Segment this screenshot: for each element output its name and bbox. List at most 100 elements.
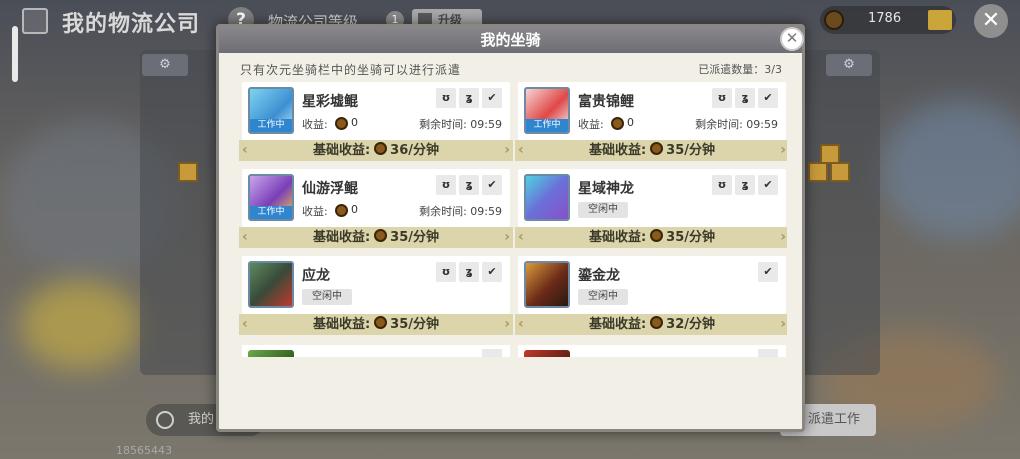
- mount-name: 富贵锦鲤: [578, 94, 634, 110]
- working-tag: 工作中: [250, 206, 292, 219]
- coin-icon: [374, 229, 388, 242]
- mount-list[interactable]: 工作中 星彩墟鲲 ʊ ʓ ✔ 收益: 0 剩余时间: 09:59 ‹ 基础收益: 36…: [239, 82, 787, 357]
- idle-tag: 空闲中: [578, 202, 628, 218]
- mount-card[interactable]: 鎏金龙 ✔ 空闲中 ‹ 基础收益: 32/分钟 ›: [515, 256, 787, 338]
- strip-right-arrow-icon: ›: [504, 316, 510, 332]
- mount-card[interactable]: 工作中 富贵锦鲤 ʊ ʓ ✔ 收益: 0 剩余时间: 09:59 ‹ 基础收益: 35…: [515, 82, 787, 164]
- mount-avatar: 工作中: [248, 174, 294, 221]
- mount-name: 应龙: [302, 268, 330, 284]
- close-page-button[interactable]: ✕: [974, 4, 1008, 38]
- strip-right-arrow-icon: ›: [780, 142, 786, 158]
- earn-value: 0: [627, 116, 634, 129]
- background-gear-icon: ⚙: [142, 54, 188, 76]
- headset-icon: [156, 411, 174, 429]
- base-income-strip: ‹ 基础收益: 35/分钟 ›: [515, 227, 787, 248]
- base-income-strip: ‹ 基础收益: 32/分钟 ›: [515, 314, 787, 335]
- close-dialog-button[interactable]: ✕: [780, 27, 804, 51]
- trait-icon: [482, 349, 502, 357]
- my-mounts-dialog: 我的坐骑 ✕ 只有次元坐骑栏中的坐骑可以进行派遣 已派遣数量：3/3 工作中 星…: [216, 24, 805, 432]
- base-income-value: 32/分钟: [666, 317, 716, 332]
- earn-value: 0: [351, 203, 358, 216]
- mount-traits: ʊ ʓ ✔: [709, 88, 778, 108]
- trait-icon: ʓ: [459, 175, 479, 195]
- coin-counter: 1786: [820, 6, 956, 34]
- trait-icon: ʊ: [436, 88, 456, 108]
- mount-traits: ✔: [755, 262, 778, 282]
- trait-icon: ʊ: [712, 88, 732, 108]
- remaining-time: 剩余时间: 09:59: [419, 205, 502, 218]
- idle-tag: 空闲中: [302, 289, 352, 305]
- remaining-time: 剩余时间: 09:59: [695, 118, 778, 131]
- mount-name: 星彩墟鲲: [302, 94, 358, 110]
- trait-icon: ʊ: [436, 262, 456, 282]
- trait-icon: ✔: [758, 262, 778, 282]
- base-income-strip: ‹ 基础收益: 36/分钟 ›: [239, 140, 513, 161]
- strip-left-arrow-icon: ‹: [242, 142, 248, 158]
- trait-icon: ʓ: [459, 88, 479, 108]
- trait-icon: ✔: [482, 88, 502, 108]
- strip-right-arrow-icon: ›: [780, 229, 786, 245]
- crate-icon: [830, 162, 850, 182]
- mount-traits: ʊ ʓ ✔: [709, 175, 778, 195]
- coin-icon: [650, 142, 664, 155]
- base-income-label: 基础收益:: [312, 230, 371, 245]
- crate-icon: [808, 162, 828, 182]
- strip-left-arrow-icon: ‹: [518, 316, 524, 332]
- earn-label: 收益:: [302, 118, 328, 131]
- mount-card[interactable]: [242, 345, 510, 357]
- base-income-value: 36/分钟: [390, 143, 440, 158]
- trait-icon: [758, 349, 778, 357]
- mount-traits: ʊ ʓ ✔: [433, 262, 502, 282]
- mount-avatar: [524, 350, 570, 357]
- earn-label: 收益:: [302, 205, 328, 218]
- mount-traits: ʊ ʓ ✔: [433, 88, 502, 108]
- coin-icon: [650, 229, 664, 242]
- base-income-value: 35/分钟: [390, 317, 440, 332]
- base-income-strip: ‹ 基础收益: 35/分钟 ›: [239, 227, 513, 248]
- mount-avatar: [248, 261, 294, 308]
- coin-icon: [374, 142, 388, 155]
- base-income-label: 基础收益:: [588, 143, 647, 158]
- dialog-title: 我的坐骑: [219, 27, 802, 53]
- trait-icon: ✔: [758, 88, 778, 108]
- mount-card[interactable]: 星域神龙 ʊ ʓ ✔ 空闲中 ‹ 基础收益: 35/分钟 ›: [515, 169, 787, 251]
- working-tag: 工作中: [526, 119, 568, 132]
- coin-icon: [650, 316, 664, 329]
- base-income-value: 35/分钟: [666, 143, 716, 158]
- base-income-label: 基础收益:: [588, 317, 647, 332]
- trait-icon: ✔: [482, 175, 502, 195]
- mount-card[interactable]: 应龙 ʊ ʓ ✔ 空闲中 ‹ 基础收益: 35/分钟 ›: [239, 256, 513, 338]
- mount-card[interactable]: 工作中 星彩墟鲲 ʊ ʓ ✔ 收益: 0 剩余时间: 09:59 ‹ 基础收益: 36…: [239, 82, 513, 164]
- trait-icon: ʊ: [712, 175, 732, 195]
- trait-icon: ʓ: [459, 262, 479, 282]
- trait-icon: ✔: [758, 175, 778, 195]
- mount-card[interactable]: [518, 345, 786, 357]
- player-id: 18565443: [116, 444, 172, 457]
- mount-avatar: [524, 174, 570, 221]
- scroll-handle[interactable]: [12, 26, 18, 82]
- idle-tag: 空闲中: [578, 289, 628, 305]
- trait-icon: ʊ: [436, 175, 456, 195]
- mount-name: 星域神龙: [578, 181, 634, 197]
- earn-value: 0: [351, 116, 358, 129]
- crate-icon: [178, 162, 198, 182]
- base-income-label: 基础收益:: [312, 143, 371, 158]
- mount-avatar: [524, 261, 570, 308]
- coin-icon: [374, 316, 388, 329]
- coin-icon: [824, 10, 844, 30]
- strip-right-arrow-icon: ›: [780, 316, 786, 332]
- my-label: 我的: [188, 412, 215, 427]
- strip-left-arrow-icon: ‹: [518, 229, 524, 245]
- base-income-strip: ‹ 基础收益: 35/分钟 ›: [239, 314, 513, 335]
- dispatch-notice: 只有次元坐骑栏中的坐骑可以进行派遣: [240, 63, 462, 77]
- remaining-time: 剩余时间: 09:59: [419, 118, 502, 131]
- coin-value: 1786: [868, 11, 902, 26]
- mount-card[interactable]: 工作中 仙游浮鲲 ʊ ʓ ✔ 收益: 0 剩余时间: 09:59 ‹ 基础收益: 35…: [239, 169, 513, 251]
- company-logo-icon: [22, 8, 48, 34]
- base-income-strip: ‹ 基础收益: 35/分钟 ›: [515, 140, 787, 161]
- strip-left-arrow-icon: ‹: [518, 142, 524, 158]
- recharge-button[interactable]: [928, 10, 952, 30]
- strip-left-arrow-icon: ‹: [242, 229, 248, 245]
- mount-avatar: 工作中: [524, 87, 570, 134]
- base-income-value: 35/分钟: [666, 230, 716, 245]
